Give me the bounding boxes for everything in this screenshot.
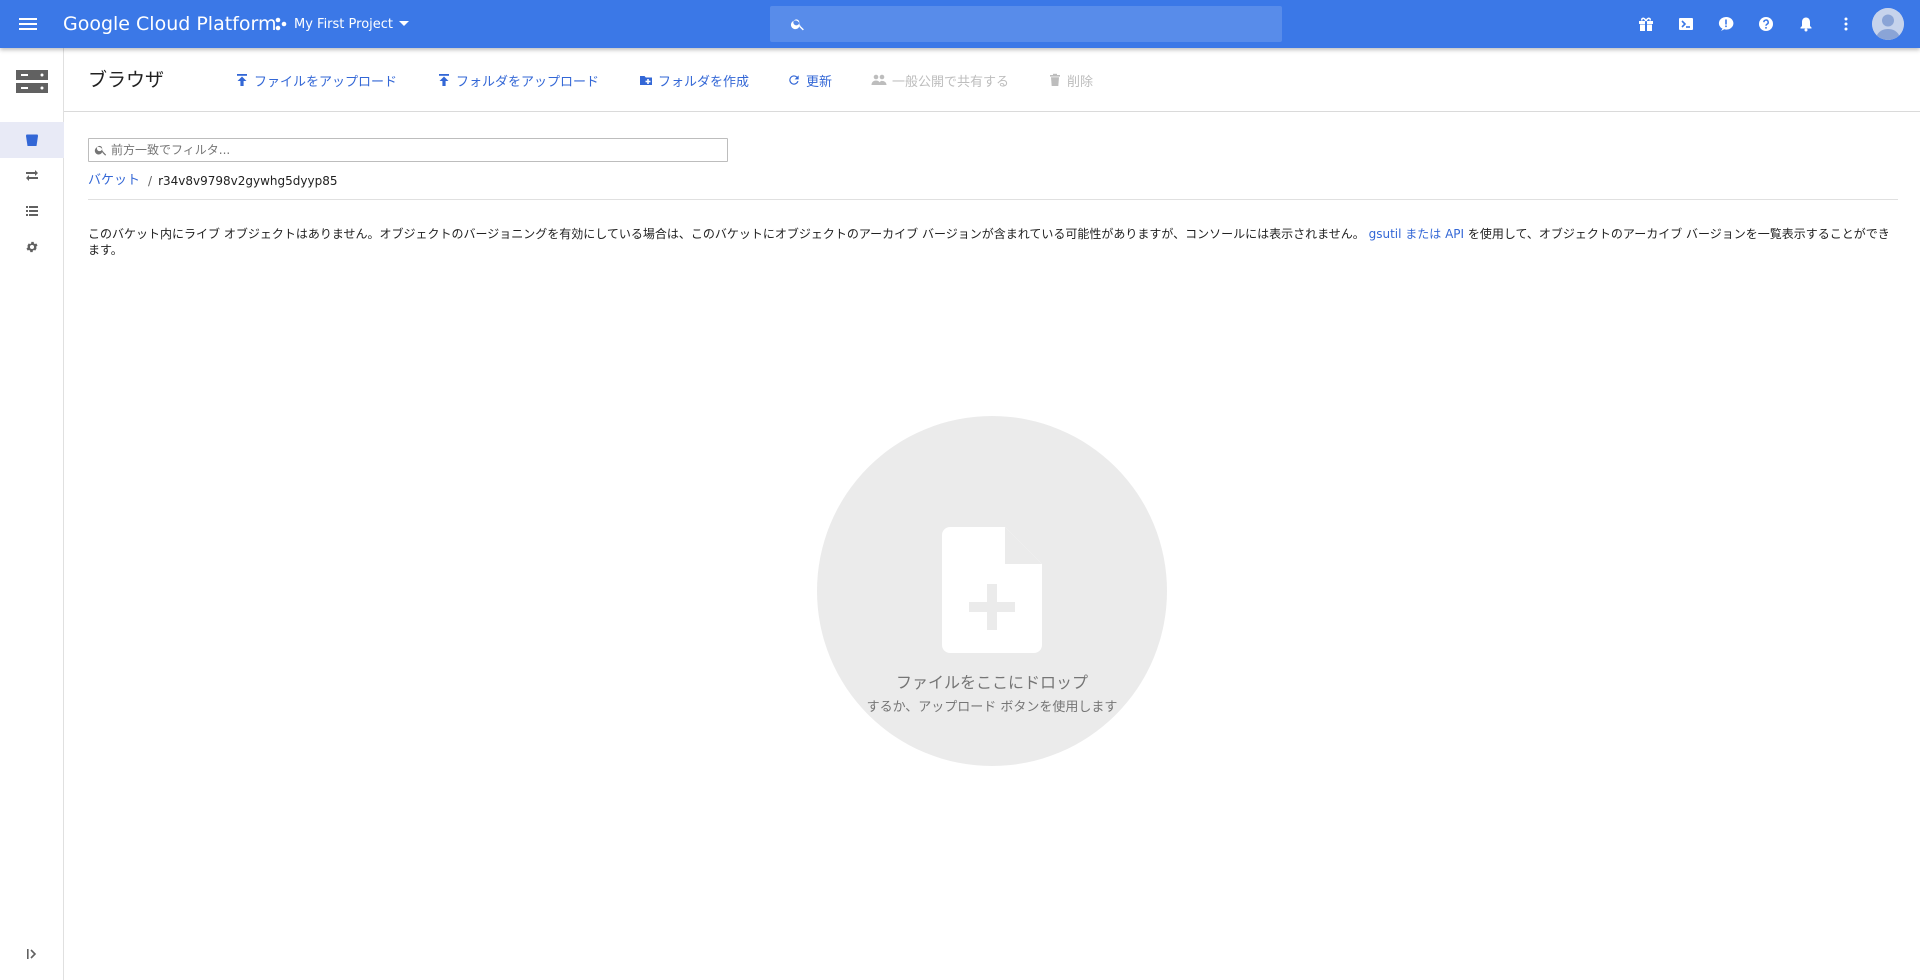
filter-box[interactable] [88, 138, 728, 162]
gift-icon[interactable] [1626, 4, 1666, 44]
notice-text: このバケット内にライブ オブジェクトはありません。オブジェクトのバージョニングを… [88, 227, 1365, 241]
transfer-icon [26, 170, 38, 181]
more-vert-icon[interactable] [1826, 4, 1866, 44]
refresh-button[interactable]: 更新 [787, 70, 832, 90]
trash-icon [1050, 73, 1060, 86]
menu-icon[interactable] [16, 12, 40, 36]
nav-item-browser[interactable] [0, 122, 64, 158]
create-folder-icon [640, 76, 652, 85]
nav-item-transfer[interactable] [0, 157, 64, 193]
search-bar[interactable] [770, 6, 1282, 42]
gear-icon [26, 241, 38, 253]
upload-folder-button[interactable]: フォルダをアップロード [437, 70, 599, 90]
delete-label: 削除 [1067, 74, 1094, 90]
collapse-nav-button[interactable] [0, 938, 64, 970]
storage-product-icon[interactable] [16, 68, 48, 100]
upload-icon [237, 74, 247, 86]
breadcrumb-buckets-link[interactable]: バケット [88, 173, 140, 189]
upload-icon [439, 74, 449, 86]
delete-button[interactable]: 削除 [1048, 70, 1093, 90]
file-add-icon [942, 527, 1042, 653]
project-icon [275, 17, 287, 31]
gsutil-api-link[interactable]: gsutil または API [1369, 227, 1464, 241]
list-icon [26, 206, 38, 216]
project-selector[interactable]: My First Project [274, 12, 415, 36]
nav-item-settings[interactable] [0, 229, 64, 265]
page-title: ブラウザ [88, 69, 165, 91]
expand-nav-icon [27, 949, 37, 959]
feedback-icon[interactable] [1706, 4, 1746, 44]
empty-bucket-notice: このバケット内にライブ オブジェクトはありません。オブジェクトのバージョニングを… [88, 226, 1898, 258]
file-dropzone[interactable]: ファイルをここにドロップ するか、アップロード ボタンを使用します [817, 416, 1167, 766]
account-avatar[interactable] [1872, 8, 1904, 40]
cloud-shell-icon[interactable] [1666, 4, 1706, 44]
dropzone-title: ファイルをここにドロップ [895, 673, 1088, 692]
divider [88, 199, 1898, 200]
brand-title[interactable]: Google Cloud Platform [63, 12, 276, 36]
create-folder-button[interactable]: フォルダを作成 [639, 70, 749, 90]
refresh-icon [789, 75, 799, 85]
appbar-actions [1626, 0, 1904, 48]
page-header: ブラウザ ファイルをアップロード フォルダをアップロード フォルダを作成 更新 … [64, 48, 1920, 112]
share-publicly-button[interactable]: 一般公開で共有する [871, 70, 1009, 90]
breadcrumb: バケット / r34v8v9798v2gywhg5dyyp85 [88, 173, 337, 189]
upload-folder-label: フォルダをアップロード [456, 74, 600, 90]
share-publicly-label: 一般公開で共有する [892, 74, 1010, 90]
create-folder-label: フォルダを作成 [658, 74, 750, 90]
breadcrumb-separator: / [148, 174, 153, 188]
upload-files-label: ファイルをアップロード [254, 74, 398, 90]
nav-item-transfer-appliance[interactable] [0, 193, 64, 229]
people-icon [871, 74, 887, 85]
top-app-bar: Google Cloud Platform My First Project [0, 0, 1920, 48]
breadcrumb-current-bucket: r34v8v9798v2gywhg5dyyp85 [158, 174, 338, 188]
search-icon [94, 145, 107, 156]
project-name: My First Project [294, 16, 394, 32]
main-content: バケット / r34v8v9798v2gywhg5dyyp85 このバケット内に… [64, 113, 1920, 980]
notifications-icon[interactable] [1786, 4, 1826, 44]
search-icon [790, 19, 804, 31]
help-icon[interactable] [1746, 4, 1786, 44]
filter-input[interactable] [111, 141, 721, 159]
refresh-label: 更新 [806, 74, 833, 90]
upload-files-button[interactable]: ファイルをアップロード [235, 70, 397, 90]
chevron-down-icon [399, 21, 410, 26]
dropzone-subtitle: するか、アップロード ボタンを使用します [866, 700, 1118, 715]
side-nav [0, 48, 64, 980]
bucket-icon [26, 134, 38, 146]
